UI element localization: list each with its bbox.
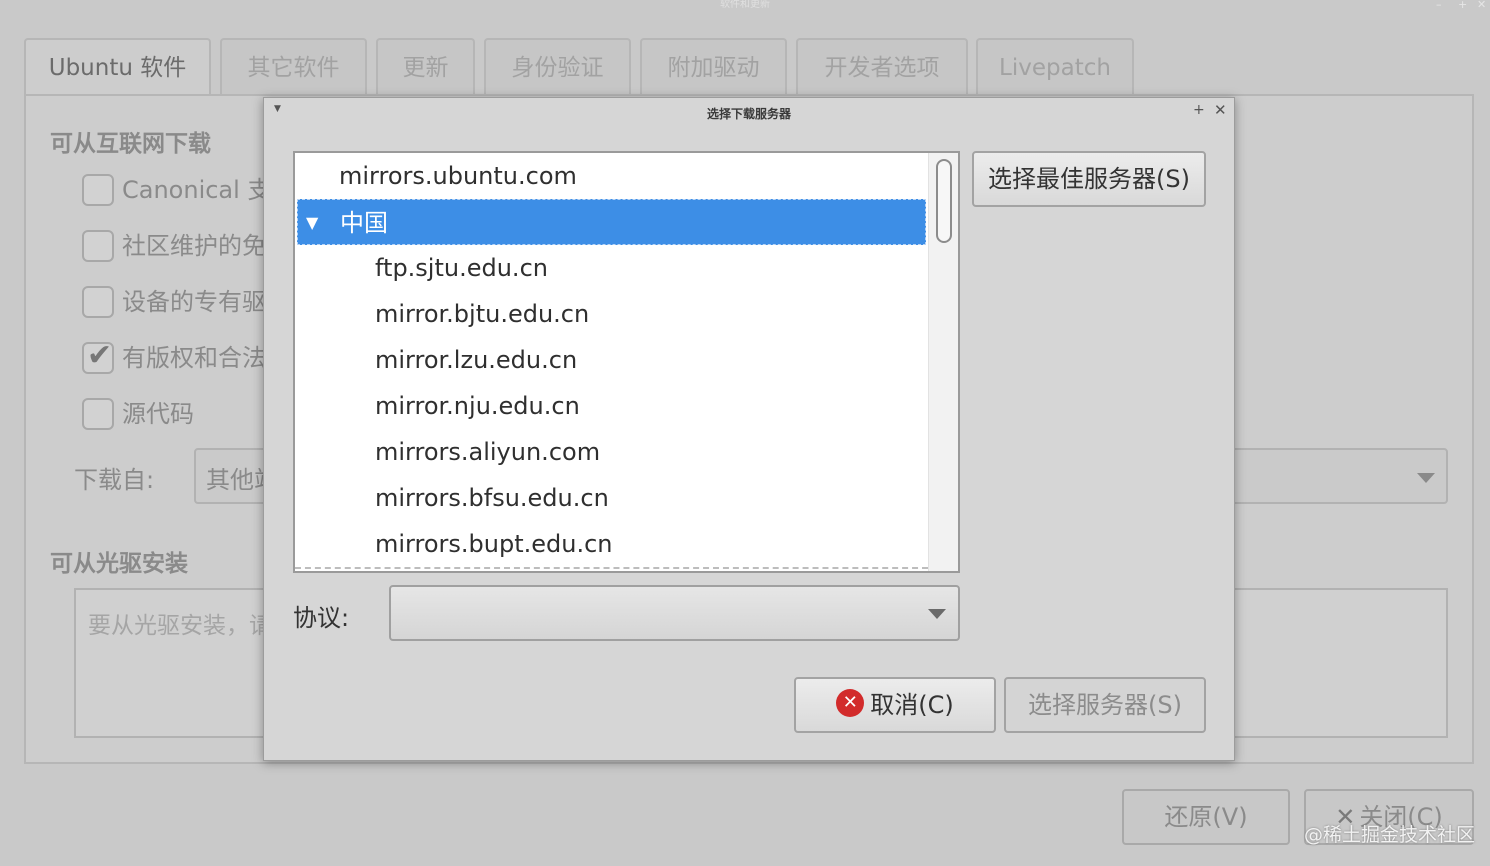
choose-server-dialog: ▼ 选择下载服务器 + ✕ mirrors.ubuntu.com ▼ 中国 ft… [263, 97, 1235, 761]
main-window-title: 软件和更新 [720, 0, 770, 10]
checkbox-label: 源代码 [122, 400, 194, 428]
checkbox-label: Canonical 支 [122, 176, 272, 204]
revert-button[interactable]: 还原(V) [1122, 789, 1290, 845]
dialog-title: 选择下载服务器 [706, 107, 791, 121]
checkbox-box[interactable] [82, 174, 114, 206]
list-item[interactable]: mirrors.aliyun.com [375, 429, 958, 475]
cancel-button-label: 取消(C) [870, 691, 954, 719]
checkbox-label: 设备的专有驱 [122, 288, 266, 316]
internet-section-title: 可从互联网下载 [50, 131, 211, 157]
tab-other-software[interactable]: 其它软件 [220, 38, 367, 96]
tab-livepatch[interactable]: Livepatch [976, 38, 1134, 96]
list-item-country-selected[interactable]: ▼ 中国 [297, 199, 926, 245]
checkbox-box[interactable] [82, 398, 114, 430]
chevron-down-icon [928, 609, 946, 619]
checkbox-box[interactable] [82, 230, 114, 262]
protocol-combo[interactable] [389, 585, 960, 641]
tab-updates[interactable]: 更新 [376, 38, 475, 96]
scrollbar-thumb[interactable] [936, 159, 952, 243]
chevron-down-icon [1417, 473, 1435, 483]
dialog-titlebar: ▼ 选择下载服务器 + ✕ [264, 98, 1234, 128]
select-best-server-button[interactable]: 选择最佳服务器(S) [972, 151, 1206, 207]
cancel-button[interactable]: ✕ 取消(C) [794, 677, 996, 733]
list-item[interactable]: mirror.bjtu.edu.cn [375, 291, 958, 337]
list-item[interactable]: mirror.nju.edu.cn [375, 383, 958, 429]
expander-down-icon[interactable]: ▼ [306, 200, 318, 246]
country-label: 中国 [340, 209, 388, 237]
list-item[interactable]: mirrors.bupt.edu.cn [375, 521, 958, 567]
server-tree-list[interactable]: mirrors.ubuntu.com ▼ 中国 ftp.sjtu.edu.cn … [293, 151, 960, 573]
list-item[interactable]: mirror.lzu.edu.cn [375, 337, 958, 383]
tab-additional-drivers[interactable]: 附加驱动 [640, 38, 787, 96]
maximize-icon[interactable]: + [1193, 102, 1205, 118]
list-bottom-edge [295, 567, 928, 569]
watermark: @稀土掘金技术社区 [1304, 824, 1476, 846]
close-icon[interactable]: ✕ [1214, 101, 1227, 119]
cdrom-section-title: 可从光驱安装 [50, 551, 188, 577]
maximize-icon[interactable]: + [1458, 0, 1467, 11]
list-item[interactable]: mirrors.ubuntu.com [339, 153, 958, 199]
download-from-label: 下载自: [74, 466, 155, 494]
list-item[interactable]: mirrors.bfsu.edu.cn [375, 475, 958, 521]
cancel-icon: ✕ [836, 689, 865, 717]
cdrom-hint: 要从光驱安装，请 [88, 613, 272, 639]
checkbox-label: 社区维护的免 [122, 232, 266, 260]
close-icon[interactable]: ✕ [1477, 0, 1486, 11]
tab-developer-options[interactable]: 开发者选项 [796, 38, 968, 96]
protocol-label: 协议: [293, 604, 350, 632]
list-item[interactable]: ftp.sjtu.edu.cn [375, 245, 958, 291]
main-window-titlebar: 软件和更新 [0, 0, 1490, 12]
tab-ubuntu-software[interactable]: Ubuntu 软件 [24, 38, 211, 98]
choose-server-button[interactable]: 选择服务器(S) [1004, 677, 1206, 733]
minimize-icon[interactable]: – [1436, 0, 1442, 11]
checkbox-box[interactable]: ✔ [82, 338, 114, 374]
tab-authentication[interactable]: 身份验证 [484, 38, 631, 96]
checkbox-box[interactable] [82, 286, 114, 318]
checkmark-icon: ✔ [87, 338, 113, 373]
scrollbar[interactable] [928, 153, 958, 571]
checkbox-label: 有版权和合法 [122, 344, 266, 372]
